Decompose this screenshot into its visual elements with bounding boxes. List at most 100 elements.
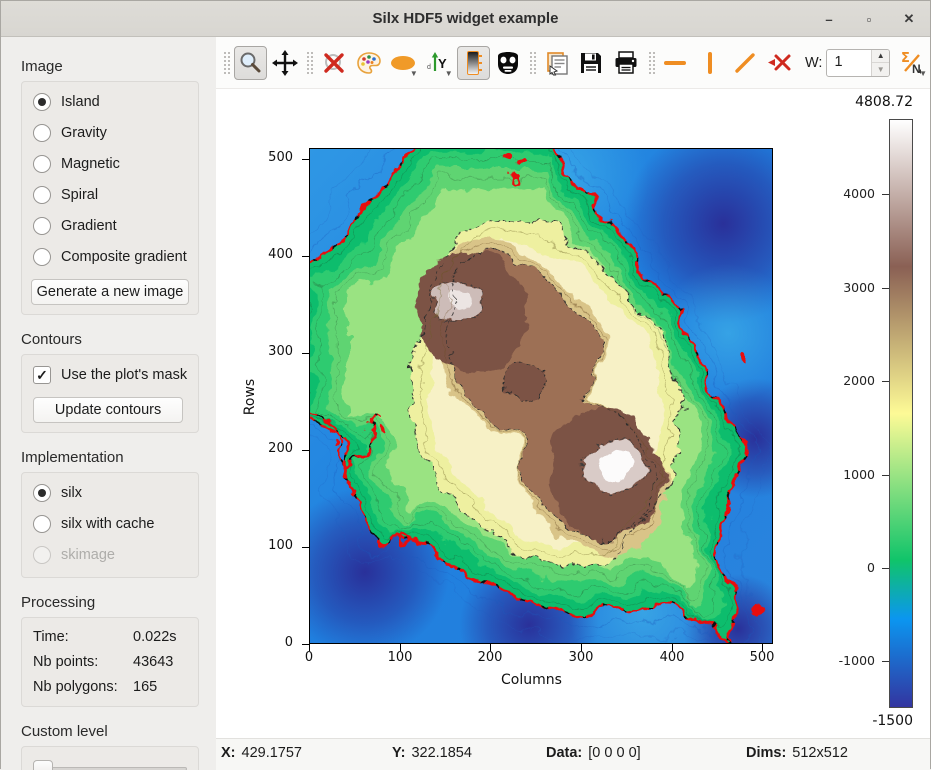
window-title: Silx HDF5 widget example bbox=[373, 10, 559, 27]
radio-gradient-circle[interactable] bbox=[33, 217, 51, 235]
island-contour-map bbox=[310, 149, 772, 643]
processing-polygons-row: Nb polygons: 165 bbox=[33, 679, 189, 695]
spin-down-icon[interactable]: ▼ bbox=[872, 63, 889, 76]
radio-island[interactable]: Island bbox=[33, 93, 189, 111]
dropdown-arrow-icon: ▼ bbox=[445, 70, 453, 78]
radio-silx[interactable]: silx bbox=[33, 484, 189, 502]
plot-canvas[interactable] bbox=[309, 148, 773, 644]
copy-button[interactable] bbox=[540, 46, 573, 80]
plot-toolbar: ▼ d Y ▼ bbox=[216, 37, 930, 89]
profile-clear-button[interactable] bbox=[763, 46, 796, 80]
radio-composite-gradient[interactable]: Composite gradient bbox=[33, 248, 189, 266]
colorbar-tick-label: 2000 bbox=[819, 373, 875, 388]
save-button[interactable] bbox=[575, 46, 608, 80]
x-tick-label: 0 bbox=[289, 650, 329, 665]
status-x: X: 429.1757 bbox=[221, 745, 302, 761]
image-groupbox: Island Gravity Magnetic Spiral Gradient … bbox=[21, 81, 199, 315]
generate-image-button[interactable]: Generate a new image bbox=[31, 279, 189, 305]
processing-points-row: Nb points: 43643 bbox=[33, 654, 189, 670]
colorbar-min-label: -1500 bbox=[817, 713, 913, 729]
radio-magnetic-label: Magnetic bbox=[61, 156, 120, 172]
radio-spiral-circle[interactable] bbox=[33, 186, 51, 204]
reset-zoom-button[interactable] bbox=[317, 46, 350, 80]
contours-section-label: Contours bbox=[21, 331, 206, 348]
radio-magnetic[interactable]: Magnetic bbox=[33, 155, 189, 173]
status-dims-value: 512x512 bbox=[792, 745, 848, 761]
time-label: Time: bbox=[33, 629, 133, 645]
use-mask-checkbox-row[interactable]: ✓ Use the plot's mask bbox=[33, 366, 189, 384]
custom-level-section-label: Custom level bbox=[21, 723, 206, 740]
radio-silx-cache-label: silx with cache bbox=[61, 516, 154, 532]
toolbar-grip[interactable] bbox=[305, 50, 313, 76]
update-contours-button[interactable]: Update contours bbox=[33, 397, 183, 423]
window-controls: – ▫ ✕ bbox=[816, 1, 922, 37]
toolbar-grip[interactable] bbox=[222, 50, 230, 76]
radio-silx-cache[interactable]: silx with cache bbox=[33, 515, 189, 533]
y-tick-label: 300 bbox=[249, 344, 293, 359]
palette-icon bbox=[356, 50, 382, 76]
zoom-mode-button[interactable] bbox=[234, 46, 267, 80]
colorbar-tick-label: -1000 bbox=[819, 653, 875, 668]
y-tick-label: 100 bbox=[249, 538, 293, 553]
radio-composite-gradient-circle[interactable] bbox=[33, 248, 51, 266]
mask-shape-ellipse-button[interactable]: ▼ bbox=[387, 46, 420, 80]
colorbar-tick-mark bbox=[882, 288, 889, 289]
vertical-line-icon bbox=[708, 52, 712, 74]
colorbar-tick-label: 3000 bbox=[819, 280, 875, 295]
status-data: Data:[0 0 0 0] bbox=[546, 745, 641, 761]
profile-vertical-button[interactable] bbox=[693, 46, 726, 80]
colormap-button[interactable] bbox=[352, 46, 385, 80]
y-tick-label: 400 bbox=[249, 247, 293, 262]
status-x-value: 429.1757 bbox=[242, 745, 302, 761]
save-icon bbox=[579, 51, 603, 75]
close-button[interactable]: ✕ bbox=[896, 6, 922, 32]
colorbar-icon bbox=[467, 51, 479, 75]
print-button[interactable] bbox=[610, 46, 643, 80]
colorbar-button[interactable] bbox=[457, 46, 490, 80]
spin-up-icon[interactable]: ▲ bbox=[872, 50, 889, 64]
radio-gradient[interactable]: Gradient bbox=[33, 217, 189, 235]
y-tick-mark bbox=[302, 353, 309, 354]
radio-silx-cache-circle[interactable] bbox=[33, 515, 51, 533]
x-axis-title: Columns bbox=[501, 672, 562, 688]
colorbar-gradient[interactable] bbox=[889, 119, 913, 708]
clear-profile-icon bbox=[767, 51, 793, 75]
y-axis-orientation-button[interactable]: d Y ▼ bbox=[422, 46, 455, 80]
nb-points-label: Nb points: bbox=[33, 654, 133, 670]
profile-diagonal-button[interactable] bbox=[728, 46, 761, 80]
svg-text:Σ: Σ bbox=[901, 51, 910, 66]
radio-spiral-label: Spiral bbox=[61, 187, 98, 203]
radio-silx-circle[interactable] bbox=[33, 484, 51, 502]
profile-horizontal-button[interactable] bbox=[659, 46, 692, 80]
profile-width-value[interactable]: 1 bbox=[827, 50, 871, 76]
radio-gravity-circle[interactable] bbox=[33, 124, 51, 142]
spinbox-arrows: ▲ ▼ bbox=[871, 50, 889, 76]
image-section-label: Image bbox=[21, 58, 206, 75]
radio-composite-gradient-label: Composite gradient bbox=[61, 249, 187, 265]
mask-tool-button[interactable] bbox=[492, 46, 525, 80]
y-tick-label: 200 bbox=[249, 441, 293, 456]
profile-width-spinbox[interactable]: 1 ▲ ▼ bbox=[826, 49, 890, 77]
maximize-button[interactable]: ▫ bbox=[856, 6, 882, 32]
ellipse-icon bbox=[391, 56, 415, 70]
status-x-label: X: bbox=[221, 745, 236, 761]
minimize-button[interactable]: – bbox=[816, 6, 842, 32]
radio-island-circle[interactable] bbox=[33, 93, 51, 111]
magnifier-icon bbox=[238, 51, 262, 75]
pan-button[interactable] bbox=[269, 46, 302, 80]
y-tick-mark bbox=[302, 547, 309, 548]
processing-section-label: Processing bbox=[21, 594, 206, 611]
radio-spiral[interactable]: Spiral bbox=[33, 186, 189, 204]
y-axis-title: Rows bbox=[242, 379, 258, 415]
toolbar-grip[interactable] bbox=[647, 50, 655, 76]
colorbar-tick-mark bbox=[882, 568, 889, 569]
use-mask-checkbox[interactable]: ✓ bbox=[33, 366, 51, 384]
contours-groupbox: ✓ Use the plot's mask Update contours bbox=[21, 354, 199, 433]
diagonal-line-icon bbox=[733, 51, 757, 75]
radio-gravity[interactable]: Gravity bbox=[33, 124, 189, 142]
red-cross-icon bbox=[322, 51, 346, 75]
radio-magnetic-circle[interactable] bbox=[33, 155, 51, 173]
profile-mode-button[interactable]: Σ N ▼ bbox=[896, 46, 929, 80]
toolbar-grip[interactable] bbox=[528, 50, 536, 76]
radio-silx-label: silx bbox=[61, 485, 82, 501]
